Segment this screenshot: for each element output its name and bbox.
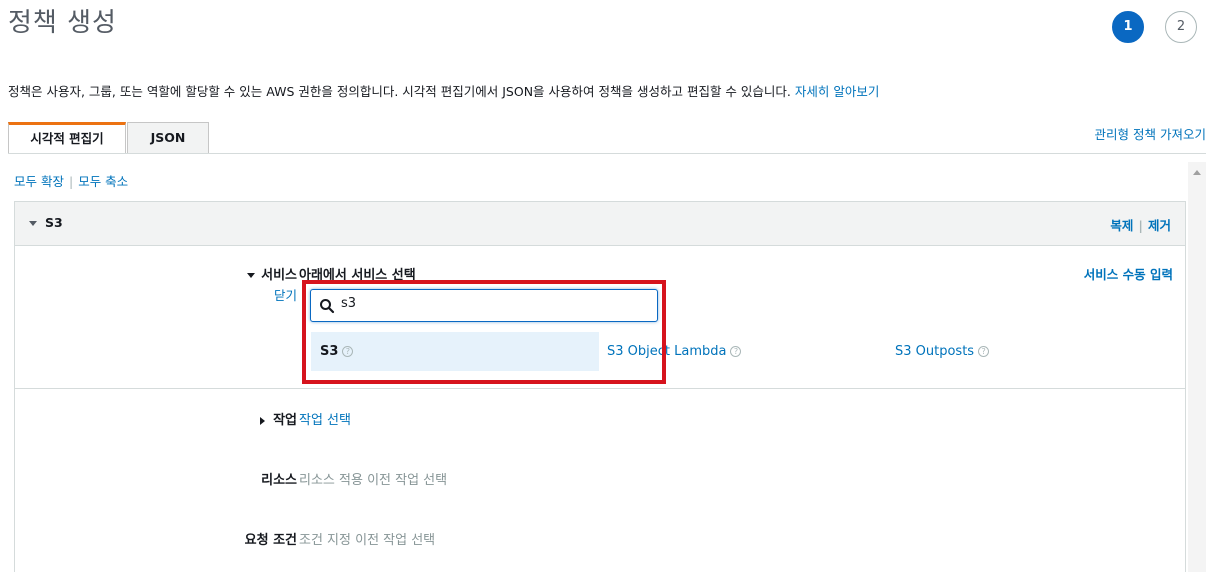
section-divider (15, 388, 1185, 389)
manual-service-input-link[interactable]: 서비스 수동 입력 (1084, 264, 1173, 283)
service-caret-icon (247, 273, 256, 278)
collapse-all-link[interactable]: 모두 축소 (78, 174, 128, 189)
service-option-s3-outposts[interactable]: S3 Outposts? (895, 344, 990, 359)
page-title: 정책 생성 (8, 8, 117, 38)
service-label[interactable]: 서비스 (235, 264, 297, 283)
separator: | (1138, 218, 1143, 233)
tabs-divider (8, 153, 1206, 154)
intro-description: 정책은 사용자, 그룹, 또는 역할에 할당할 수 있는 AWS 권한을 정의합… (8, 81, 879, 100)
panel-actions: 복제 | 제거 (1110, 215, 1171, 234)
close-link[interactable]: 닫기 (255, 285, 297, 304)
panel-title-text: S3 (45, 215, 63, 230)
tab-json[interactable]: JSON (127, 122, 209, 154)
resources-label: 리소스 (261, 473, 297, 488)
separator: | (68, 174, 74, 189)
remove-button[interactable]: 제거 (1148, 218, 1171, 233)
intro-text: 정책은 사용자, 그룹, 또는 역할에 할당할 수 있는 AWS 권한을 정의합… (8, 84, 795, 99)
request-conditions-placeholder: 조건 지정 이전 작업 선택 (299, 533, 436, 548)
option-label: S3 Outposts (895, 344, 975, 359)
actions-label-text: 작업 (273, 413, 297, 428)
panel-header[interactable]: S3 복제 | 제거 (15, 202, 1185, 246)
import-managed-policy-link[interactable]: 관리형 정책 가져오기 (1095, 124, 1206, 143)
service-label-text: 서비스 (261, 268, 297, 283)
permission-panel: S3 복제 | 제거 서비스 닫기 아래에서 서비스 선택 서비스 수동 입력 S3… (14, 201, 1186, 572)
request-conditions-label: 요청 조건 (244, 533, 297, 548)
help-icon[interactable]: ? (730, 346, 742, 357)
step-1-indicator: 1 (1112, 11, 1144, 43)
expand-all-link[interactable]: 모두 확장 (14, 174, 64, 189)
scroll-up-arrow-icon[interactable] (1193, 170, 1201, 175)
learn-more-link[interactable]: 자세히 알아보기 (795, 84, 879, 99)
expand-caret-icon (260, 416, 266, 425)
select-actions-link[interactable]: 작업 선택 (299, 409, 351, 428)
help-icon[interactable]: ? (978, 346, 990, 357)
collapse-caret-icon (29, 221, 37, 226)
clone-button[interactable]: 복제 (1110, 218, 1133, 233)
annotation-highlight-box (302, 280, 666, 384)
expand-collapse-controls: 모두 확장 | 모두 축소 (14, 171, 128, 190)
actions-label[interactable]: 작업 (235, 409, 297, 428)
vertical-scrollbar[interactable] (1188, 162, 1206, 572)
resources-placeholder: 리소스 적용 이전 작업 선택 (299, 473, 448, 488)
tab-visual-editor[interactable]: 시각적 편집기 (8, 122, 126, 154)
panel-title[interactable]: S3 (29, 215, 63, 230)
step-2-indicator[interactable]: 2 (1165, 11, 1197, 43)
